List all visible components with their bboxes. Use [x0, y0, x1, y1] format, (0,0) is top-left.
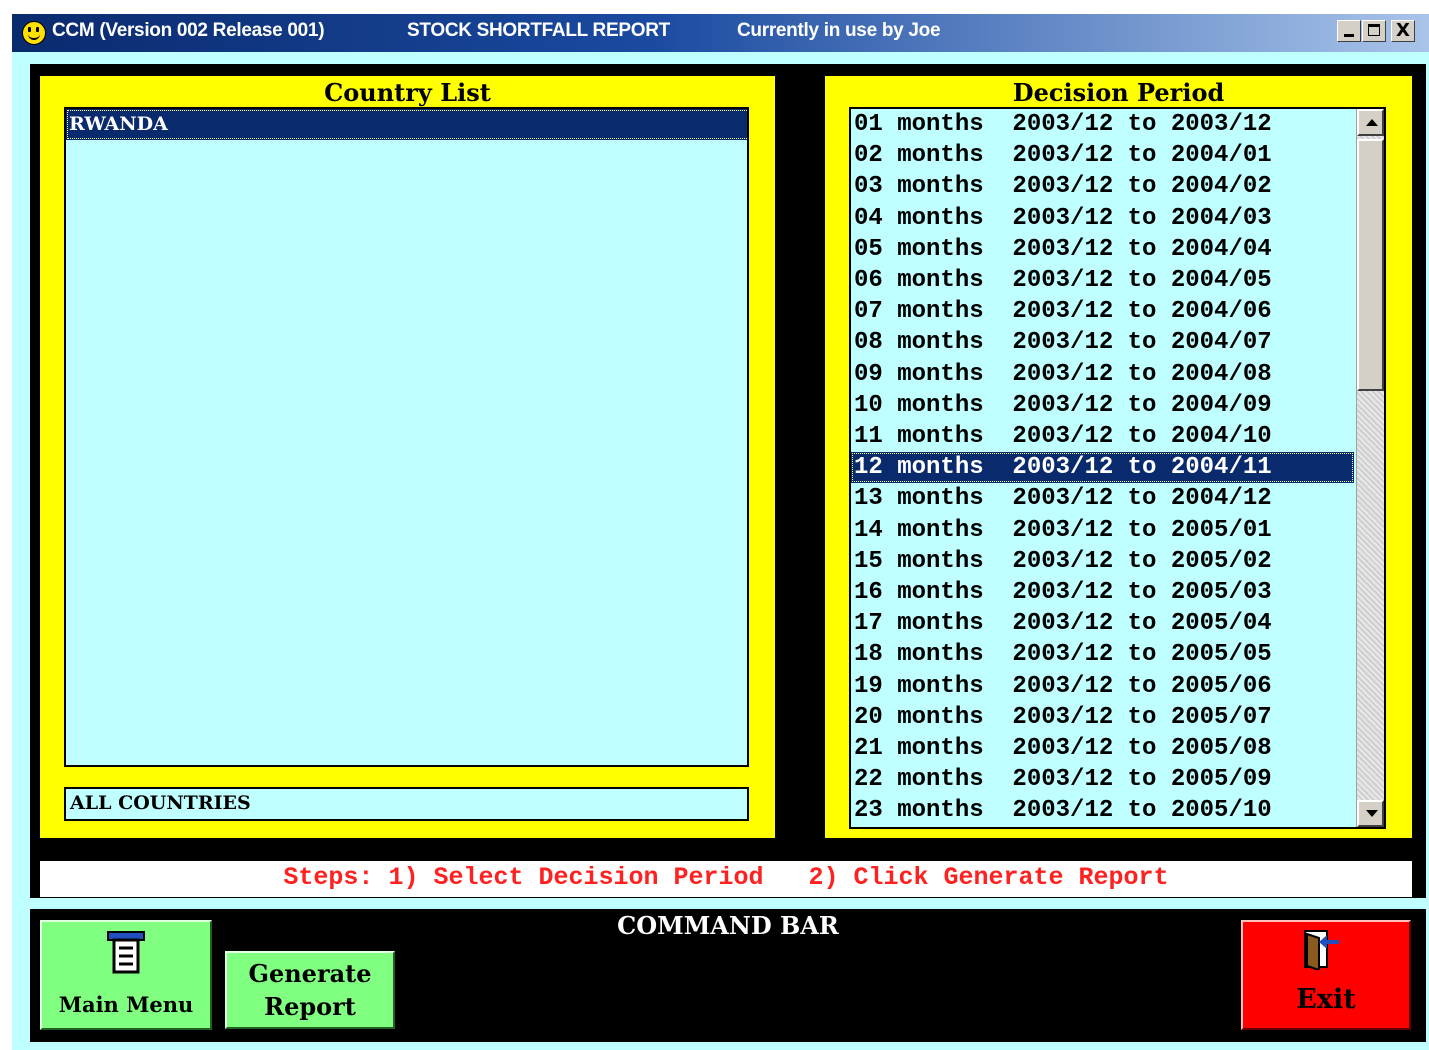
decision-period-listbox[interactable]: 01 months 2003/12 to 2003/12 02 months 20…	[849, 107, 1386, 829]
country-listbox[interactable]: RWANDA	[64, 107, 749, 767]
minimize-icon[interactable]	[1337, 20, 1361, 42]
exit-door-icon	[1304, 930, 1339, 970]
maximize-icon[interactable]	[1362, 20, 1386, 42]
main-area: Country List RWANDA ALL COUNTRIES Decisi…	[30, 64, 1426, 898]
all-countries-field[interactable]: ALL COUNTRIES	[64, 787, 749, 821]
decision-period-item[interactable]: 17 months 2003/12 to 2005/04	[851, 608, 1354, 639]
decision-period-item[interactable]: 04 months 2003/12 to 2004/03	[851, 203, 1354, 234]
decision-period-item[interactable]: 09 months 2003/12 to 2004/08	[851, 359, 1354, 390]
decision-period-item[interactable]: 07 months 2003/12 to 2004/06	[851, 296, 1354, 327]
decision-period-item[interactable]: 10 months 2003/12 to 2004/09	[851, 390, 1354, 421]
main-menu-label: Main Menu	[58, 992, 194, 1017]
decision-period-item[interactable]: 02 months 2003/12 to 2004/01	[851, 140, 1354, 171]
generate-report-button[interactable]: Generate Report	[225, 951, 395, 1029]
country-list-title: Country List	[324, 78, 491, 107]
decision-period-item[interactable]: 14 months 2003/12 to 2005/01	[851, 515, 1354, 546]
scroll-down-icon[interactable]	[1357, 800, 1384, 827]
decision-period-item[interactable]: 13 months 2003/12 to 2004/12	[851, 483, 1354, 514]
decision-period-item[interactable]: 21 months 2003/12 to 2005/08	[851, 733, 1354, 764]
decision-period-item[interactable]: 01 months 2003/12 to 2003/12	[851, 109, 1354, 140]
scrollbar[interactable]	[1356, 109, 1384, 827]
decision-period-item[interactable]: 20 months 2003/12 to 2005/07	[851, 702, 1354, 733]
steps-instructions: Steps: 1) Select Decision Period 2) Clic…	[40, 861, 1412, 897]
decision-period-item[interactable]: 18 months 2003/12 to 2005/05	[851, 639, 1354, 670]
decision-period-item[interactable]: 06 months 2003/12 to 2004/05	[851, 265, 1354, 296]
main-menu-button[interactable]: Main Menu	[40, 920, 212, 1030]
decision-period-item[interactable]: 19 months 2003/12 to 2005/06	[851, 671, 1354, 702]
decision-period-item[interactable]: 08 months 2003/12 to 2004/07	[851, 327, 1354, 358]
command-bar: COMMAND BAR Main Menu Generate Report Ex…	[30, 909, 1426, 1042]
scroll-thumb[interactable]	[1357, 139, 1384, 391]
generate-label-line1: Generate	[248, 959, 372, 988]
decision-period-item[interactable]: 15 months 2003/12 to 2005/02	[851, 546, 1354, 577]
main-menu-icon	[107, 931, 145, 974]
country-list-item[interactable]: RWANDA	[66, 109, 747, 140]
decision-period-item[interactable]: 11 months 2003/12 to 2004/10	[851, 421, 1354, 452]
app-title: CCM (Version 002 Release 001)	[52, 20, 325, 41]
decision-period-item[interactable]: 23 months 2003/12 to 2005/10	[851, 795, 1354, 826]
app-window: CCM (Version 002 Release 001) STOCK SHOR…	[12, 14, 1429, 1050]
decision-period-item[interactable]: 16 months 2003/12 to 2005/03	[851, 577, 1354, 608]
decision-period-item[interactable]: 03 months 2003/12 to 2004/02	[851, 171, 1354, 202]
report-title: STOCK SHORTFALL REPORT	[407, 20, 670, 41]
scroll-up-icon[interactable]	[1357, 109, 1384, 136]
decision-period-title: Decision Period	[1012, 78, 1225, 107]
decision-period-panel: Decision Period 01 months 2003/12 to 200…	[825, 76, 1412, 838]
generate-label-line2: Report	[264, 992, 356, 1021]
exit-label: Exit	[1296, 984, 1356, 1015]
decision-period-item[interactable]: 12 months 2003/12 to 2004/11	[851, 452, 1354, 484]
exit-button[interactable]: Exit	[1241, 920, 1411, 1030]
smiley-icon	[22, 21, 46, 45]
title-bar[interactable]: CCM (Version 002 Release 001) STOCK SHOR…	[12, 14, 1429, 52]
decision-period-item[interactable]: 22 months 2003/12 to 2005/09	[851, 764, 1354, 795]
decision-period-item[interactable]: 05 months 2003/12 to 2004/04	[851, 234, 1354, 265]
command-bar-title: COMMAND BAR	[617, 911, 839, 940]
close-icon[interactable]: X	[1391, 20, 1415, 42]
country-list-panel: Country List RWANDA ALL COUNTRIES	[40, 76, 775, 838]
user-status: Currently in use by Joe	[737, 20, 941, 41]
